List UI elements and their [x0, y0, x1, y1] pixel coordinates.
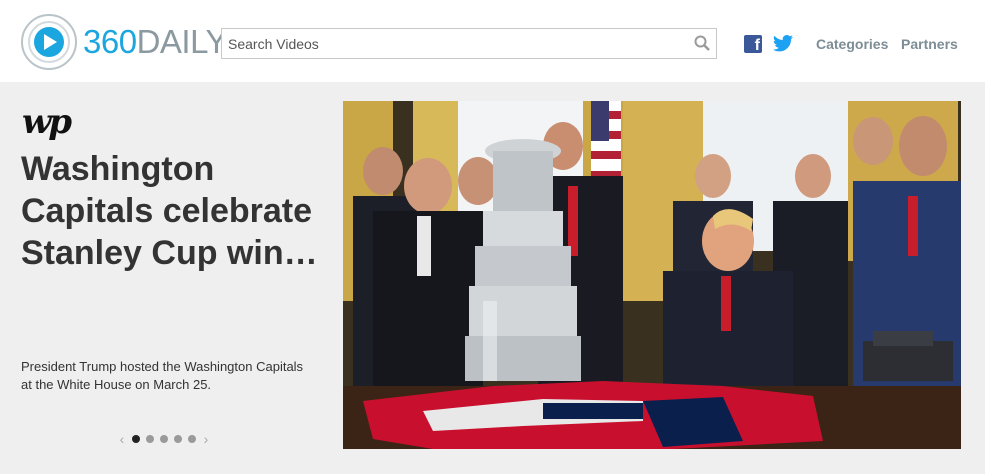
logo-number: 360	[83, 23, 137, 60]
carousel-dot-5[interactable]	[188, 435, 196, 443]
site-header: 360DAILY f Categories Partners	[0, 0, 985, 82]
search-input[interactable]	[222, 29, 692, 58]
nav-categories[interactable]: Categories	[816, 36, 888, 52]
nav-partners[interactable]: Partners	[901, 36, 958, 52]
feature-summary: President Trump hosted the Washington Ca…	[21, 359, 304, 392]
play-logo-icon	[21, 14, 77, 70]
source-logo[interactable]: wp	[22, 102, 72, 142]
search-icon[interactable]	[694, 35, 710, 56]
site-logo[interactable]: 360DAILY	[21, 14, 228, 70]
carousel-prev-icon[interactable]: ‹	[115, 431, 129, 447]
carousel-nav: ‹ ›	[115, 431, 213, 447]
feature-headline[interactable]: Washington Capitals celebrate Stanley Cu…	[21, 148, 321, 274]
search-box	[221, 28, 717, 59]
carousel-dot-2[interactable]	[146, 435, 154, 443]
carousel-dot-4[interactable]	[174, 435, 182, 443]
carousel-dot-1[interactable]	[132, 435, 140, 443]
logo-word: DAILY	[136, 23, 228, 60]
logo-wordmark: 360DAILY	[83, 23, 228, 61]
carousel-dot-3[interactable]	[160, 435, 168, 443]
carousel-next-icon[interactable]: ›	[199, 431, 213, 447]
hero-photo	[343, 101, 961, 449]
feature-video-thumbnail[interactable]	[343, 101, 961, 449]
twitter-icon[interactable]	[773, 35, 793, 57]
facebook-icon[interactable]: f	[744, 35, 762, 54]
